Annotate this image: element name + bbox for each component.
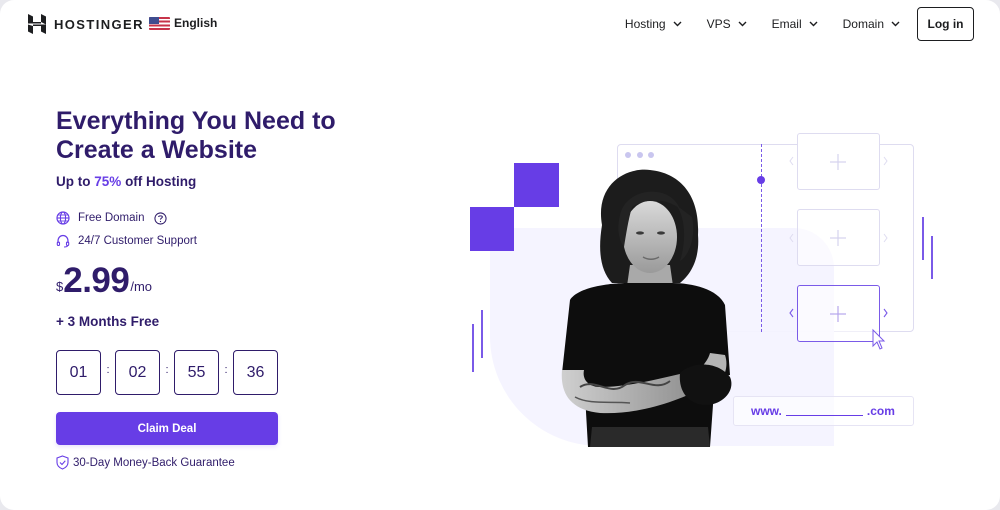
nav-domain[interactable]: Domain — [843, 17, 900, 31]
language-label: English — [174, 16, 218, 30]
countdown-minutes: 55 — [174, 350, 219, 395]
guarantee-label: 30-Day Money-Back Guarantee — [73, 456, 235, 469]
chevron-left-icon — [789, 308, 794, 318]
chevron-left-icon — [789, 156, 794, 166]
headset-icon — [56, 234, 70, 248]
page: HOSTINGER English Hosting VPS Email Doma… — [0, 0, 1000, 510]
chevron-down-icon — [891, 21, 900, 27]
plus-icon — [830, 154, 846, 170]
countdown-separator: : — [165, 363, 169, 376]
hero-title: Everything You Need to Create a Website — [56, 107, 376, 165]
claim-deal-button[interactable]: Claim Deal — [56, 412, 278, 445]
chevron-right-icon — [883, 308, 888, 318]
countdown-separator: : — [106, 363, 110, 376]
language-selector[interactable]: English — [149, 16, 217, 30]
countdown-seconds: 36 — [233, 350, 278, 395]
price-currency: $ — [56, 279, 64, 294]
nav-hosting-label: Hosting — [624, 17, 666, 31]
decor-line — [481, 310, 483, 358]
person-photo — [561, 169, 732, 447]
discount-suffix: off Hosting — [125, 174, 197, 189]
chevron-down-icon — [809, 21, 818, 27]
chevron-down-icon — [738, 21, 747, 27]
hero-title-line1: Everything You Need to — [56, 107, 336, 135]
globe-icon — [56, 211, 70, 225]
feature-label: Free Domain — [78, 212, 145, 224]
countdown-separator: : — [224, 363, 228, 376]
countdown-days: 01 — [56, 350, 101, 395]
domain-bar: www. .com — [733, 396, 914, 426]
guide-dot — [757, 176, 765, 184]
hostinger-logo-icon — [28, 14, 46, 34]
domain-underline — [785, 414, 863, 416]
plus-icon — [830, 230, 846, 246]
chevron-right-icon — [883, 156, 888, 166]
feature-label: 24/7 Customer Support — [78, 235, 197, 247]
nav-domain-label: Domain — [842, 17, 884, 31]
price: $ 2.99 /mo — [56, 262, 152, 300]
dashed-guide-line — [761, 144, 762, 332]
discount-text: Up to 75% off Hosting — [56, 174, 196, 189]
bonus-text: + 3 Months Free — [56, 314, 160, 329]
help-circle-icon[interactable] — [154, 211, 168, 225]
browser-window-frame — [617, 144, 914, 332]
countdown-hours: 02 — [115, 350, 160, 395]
nav-email[interactable]: Email — [772, 17, 818, 31]
layout-card — [797, 209, 880, 266]
login-button[interactable]: Log in — [917, 7, 974, 41]
price-amount: 2.99 — [63, 261, 130, 300]
window-dot — [648, 152, 654, 158]
header: HOSTINGER English Hosting VPS Email Doma… — [0, 0, 1000, 48]
window-dot — [625, 152, 631, 158]
cursor-icon — [872, 328, 886, 350]
discount-prefix: Up to — [56, 174, 91, 189]
plus-icon — [830, 306, 846, 322]
domain-suffix: .com — [866, 404, 895, 418]
nav-hosting[interactable]: Hosting — [625, 17, 682, 31]
nav-vps[interactable]: VPS — [707, 17, 747, 31]
domain-prefix: www. — [751, 404, 782, 418]
guarantee: 30-Day Money-Back Guarantee — [56, 455, 235, 470]
price-period: /mo — [130, 279, 153, 294]
chevron-down-icon — [673, 21, 682, 27]
layout-card — [797, 133, 880, 190]
feature-free-domain: Free Domain — [56, 211, 168, 225]
decor-line — [922, 217, 924, 260]
main-nav: Hosting VPS Email Domain — [625, 17, 900, 31]
nav-email-label: Email — [771, 17, 802, 31]
chevron-right-icon — [883, 233, 888, 243]
hero-title-line2: Create a Website — [56, 136, 258, 164]
logo[interactable]: HOSTINGER — [28, 14, 144, 34]
decor-line — [472, 324, 474, 372]
layout-card-active — [797, 285, 880, 342]
tinted-background — [490, 228, 834, 446]
feature-support: 24/7 Customer Support — [56, 234, 197, 248]
window-dot — [637, 152, 643, 158]
countdown-timer: 01 : 02 : 55 : 36 — [56, 350, 278, 395]
purple-square — [470, 207, 514, 251]
shield-check-icon — [56, 455, 69, 470]
us-flag-icon — [149, 16, 170, 30]
purple-square — [514, 163, 559, 207]
brand-name: HOSTINGER — [54, 16, 144, 32]
nav-vps-label: VPS — [706, 17, 731, 31]
decor-line — [931, 236, 933, 279]
chevron-left-icon — [789, 233, 794, 243]
discount-value: 75% — [94, 174, 122, 189]
